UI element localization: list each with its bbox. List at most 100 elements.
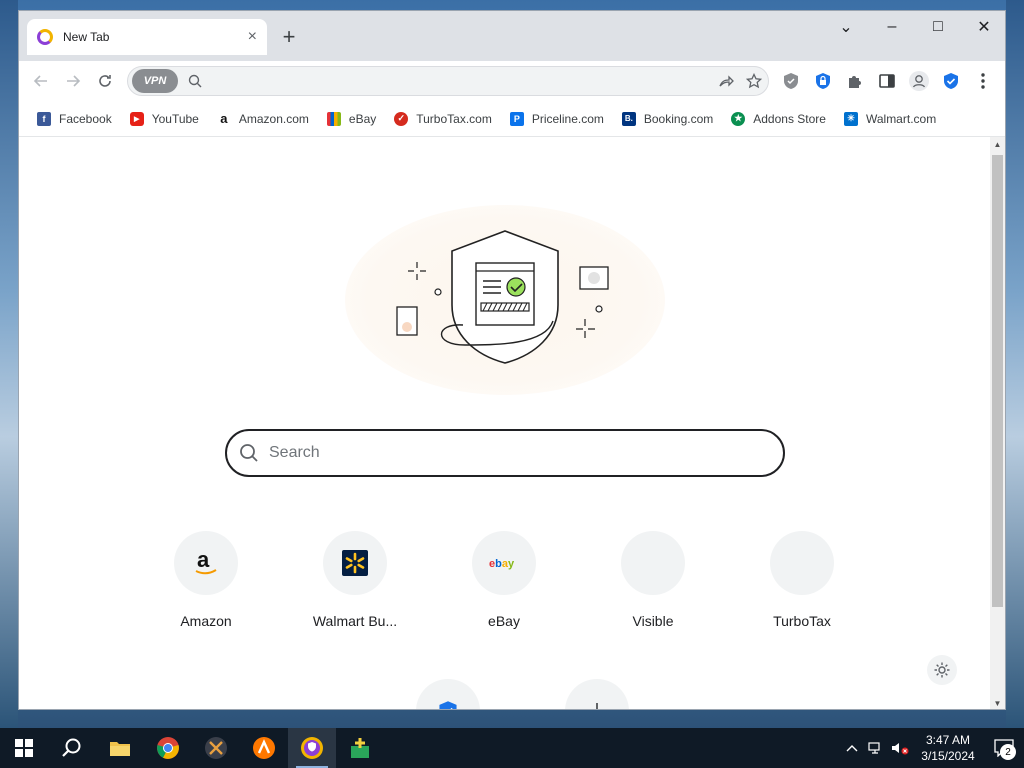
taskbar-search-button[interactable] (48, 728, 96, 768)
back-button[interactable] (25, 65, 57, 97)
shortcut-shield[interactable] (393, 679, 503, 709)
bookmark-priceline[interactable]: P Priceline.com (502, 106, 612, 132)
bookmark-label: eBay (348, 111, 377, 126)
address-input[interactable] (210, 69, 712, 93)
newtab-search-input[interactable] (269, 444, 783, 462)
bookmark-youtube[interactable]: ▶ YouTube (122, 106, 207, 132)
tab-new-tab[interactable]: New Tab × (27, 19, 267, 55)
shortcut-label: TurboTax (773, 613, 831, 629)
bookmark-amazon[interactable]: a Amazon.com (209, 106, 317, 132)
shield-extension-icon[interactable] (777, 65, 805, 97)
bookmark-label: Facebook (59, 111, 112, 126)
bookmark-ebay[interactable]: eBay (319, 106, 384, 132)
gear-icon (934, 662, 950, 678)
bookmark-facebook[interactable]: f Facebook (29, 106, 120, 132)
scroll-up-arrow-icon[interactable]: ▲ (990, 137, 1005, 152)
close-window-button[interactable]: ✕ (961, 11, 1005, 43)
bookmark-label: Walmart.com (865, 111, 937, 126)
forward-button[interactable] (57, 65, 89, 97)
app-x-icon (205, 737, 227, 759)
bookmark-star-icon[interactable] (740, 67, 768, 95)
new-tab-page: a Amazon Walmart Bu... ebay eBay Visible (19, 137, 991, 709)
walmart-logo-icon (323, 531, 387, 595)
shortcut-label: Amazon (180, 613, 232, 629)
visible-placeholder-icon (621, 531, 685, 595)
system-tray: 3:47 AM 3/15/2024 2 (840, 728, 1024, 768)
bookmark-label: Addons Store (753, 111, 826, 126)
bookmark-walmart[interactable]: ✳ Walmart.com (836, 106, 944, 132)
shortcut-visible[interactable]: Visible (598, 531, 708, 629)
svg-text:ebay: ebay (489, 558, 515, 570)
taskbar-chrome[interactable] (144, 728, 192, 768)
system-clock[interactable]: 3:47 AM 3/15/2024 (912, 732, 984, 764)
taskbar-avast[interactable] (240, 728, 288, 768)
bookmark-booking[interactable]: B. Booking.com (614, 106, 721, 132)
side-panel-icon[interactable] (873, 65, 901, 97)
reload-icon (99, 75, 111, 87)
browser-logo-icon (37, 29, 53, 45)
scroll-down-arrow-icon[interactable]: ▼ (990, 696, 1005, 709)
plus-icon (565, 679, 629, 709)
amazon-logo-icon: a (174, 531, 238, 595)
blue-shield-extension-icon[interactable] (937, 65, 965, 97)
shortcut-walmart[interactable]: Walmart Bu... (300, 531, 410, 629)
notification-center-button[interactable]: 2 (984, 728, 1024, 768)
search-icon (240, 444, 258, 462)
tab-title: New Tab (63, 30, 110, 44)
newtab-search-box[interactable] (225, 429, 785, 477)
taskbar-app-x[interactable] (192, 728, 240, 768)
shortcut-turbotax[interactable]: TurboTax (747, 531, 857, 629)
security-illustration (345, 205, 665, 395)
vpn-toggle[interactable]: VPN (132, 69, 178, 93)
addons-store-icon: ★ (731, 111, 746, 126)
scrollbar-thumb[interactable] (992, 155, 1003, 607)
volume-muted-icon[interactable] (888, 728, 912, 768)
svg-text:a: a (197, 549, 210, 572)
amazon-icon: a (216, 111, 231, 126)
shortcut-ebay[interactable]: ebay eBay (449, 531, 559, 629)
taskbar-browser[interactable] (288, 728, 336, 768)
arrow-left-icon (33, 75, 47, 87)
avast-icon (253, 737, 275, 759)
puzzle-extensions-icon[interactable] (841, 65, 869, 97)
clock-date: 3/15/2024 (921, 749, 975, 763)
tab-search-dropdown-icon[interactable]: ⌄ (823, 11, 869, 43)
vertical-scrollbar[interactable]: ▲ ▼ (990, 137, 1005, 709)
arrow-right-icon (67, 75, 81, 87)
reload-button[interactable] (89, 65, 121, 97)
booking-icon: B. (621, 111, 636, 126)
add-shortcut-button[interactable] (542, 679, 652, 709)
address-bar[interactable]: VPN (127, 66, 769, 96)
maximize-button[interactable]: □ (915, 11, 961, 43)
profile-icon[interactable] (905, 65, 933, 97)
clock-time: 3:47 AM (925, 733, 971, 747)
shortcut-amazon[interactable]: a Amazon (151, 531, 261, 629)
bookmark-turbotax[interactable]: ✓ TurboTax.com (386, 106, 500, 132)
browser-toolbar: VPN (19, 61, 1005, 101)
menu-dots-icon[interactable] (969, 65, 997, 97)
taskbar-file-explorer[interactable] (96, 728, 144, 768)
ebay-logo-icon: ebay (472, 531, 536, 595)
blue-lock-extension-icon[interactable] (809, 65, 837, 97)
customize-settings-button[interactable] (927, 655, 957, 685)
file-explorer-icon (110, 742, 130, 756)
notification-count-badge: 2 (1000, 744, 1016, 760)
priceline-icon: P (509, 111, 524, 126)
chevron-up-icon[interactable] (840, 728, 864, 768)
ebay-bag-icon (326, 111, 341, 126)
youtube-icon: ▶ (129, 111, 144, 126)
bookmark-label: Booking.com (643, 111, 714, 126)
network-icon[interactable] (864, 728, 888, 768)
bookmark-addons-store[interactable]: ★ Addons Store (723, 106, 834, 132)
bookmarks-bar: f Facebook ▶ YouTube a Amazon.com eBay ✓… (19, 101, 1005, 137)
tab-close-icon[interactable]: × (248, 29, 257, 45)
windows-start-icon (15, 739, 33, 757)
tab-strip: New Tab × + ⌄ – □ ✕ (19, 11, 1005, 61)
minimize-button[interactable]: – (869, 11, 915, 43)
share-icon[interactable] (712, 67, 740, 95)
start-button[interactable] (0, 728, 48, 768)
bookmark-label: TurboTax.com (416, 111, 492, 126)
new-tab-button[interactable]: + (277, 24, 301, 49)
browser-shield-icon (301, 737, 323, 759)
taskbar-green-app[interactable] (336, 728, 384, 768)
